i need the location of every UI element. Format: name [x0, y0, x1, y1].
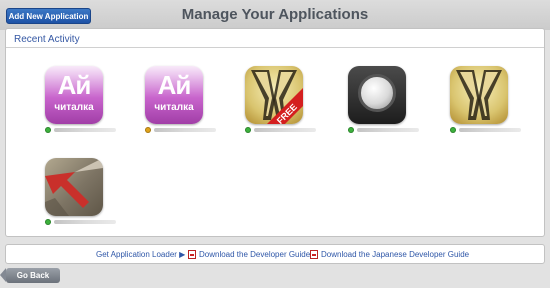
reader-icon-subtext: читалка: [154, 102, 194, 113]
status-dot-icon: [348, 127, 354, 133]
pdf-icon: [188, 250, 196, 259]
status-dot-icon: [145, 127, 151, 133]
arrow-emblem-icon: [45, 158, 103, 216]
reader-app-icon[interactable]: Ай читалка: [145, 66, 203, 124]
status-dot-icon: [450, 127, 456, 133]
developer-guide-link[interactable]: Download the Developer Guide: [199, 250, 310, 259]
recent-activity-title: Recent Activity: [14, 34, 80, 45]
gold-app-icon[interactable]: [450, 66, 508, 124]
divider: [6, 47, 544, 48]
status-dot-icon: [45, 127, 51, 133]
get-application-loader-link[interactable]: Get Application Loader ▶: [96, 250, 185, 259]
japanese-developer-guide-link[interactable]: Download the Japanese Developer Guide: [321, 250, 469, 259]
app-name-redacted: [154, 128, 216, 132]
wood-app-icon[interactable]: [45, 158, 103, 216]
app-item[interactable]: Ай читалка: [45, 66, 116, 134]
app-name-redacted: [357, 128, 419, 132]
page-title: Manage Your Applications: [181, 6, 369, 23]
header-bar: Add New Application Manage Your Applicat…: [0, 0, 550, 30]
app-item[interactable]: Ай читалка: [145, 66, 216, 134]
app-name-redacted: [54, 220, 116, 224]
reader-app-icon[interactable]: Ай читалка: [45, 66, 103, 124]
lens-app-icon[interactable]: [348, 66, 406, 124]
gold-app-icon[interactable]: FREE: [245, 66, 303, 124]
recent-activity-panel: Recent Activity Ай читалка Ай читалка FR…: [5, 28, 545, 237]
go-back-button[interactable]: Go Back: [0, 268, 60, 283]
status-dot-icon: [45, 219, 51, 225]
app-item[interactable]: FREE: [245, 66, 316, 134]
gold-emblem-icon: [456, 70, 502, 120]
reader-icon-subtext: читалка: [54, 102, 94, 113]
reader-icon-text: Ай: [157, 70, 192, 100]
footer-links: Get Application Loader ▶ Download the De…: [5, 244, 545, 264]
app-item[interactable]: [45, 158, 116, 226]
app-name-redacted: [54, 128, 116, 132]
app-name-redacted: [459, 128, 521, 132]
app-item[interactable]: [348, 66, 419, 134]
free-ribbon-icon: FREE: [267, 88, 303, 124]
status-dot-icon: [245, 127, 251, 133]
app-name-redacted: [254, 128, 316, 132]
lens-disc-icon: [358, 74, 396, 112]
app-item[interactable]: [450, 66, 521, 134]
reader-icon-text: Ай: [57, 70, 92, 100]
pdf-icon: [310, 250, 318, 259]
